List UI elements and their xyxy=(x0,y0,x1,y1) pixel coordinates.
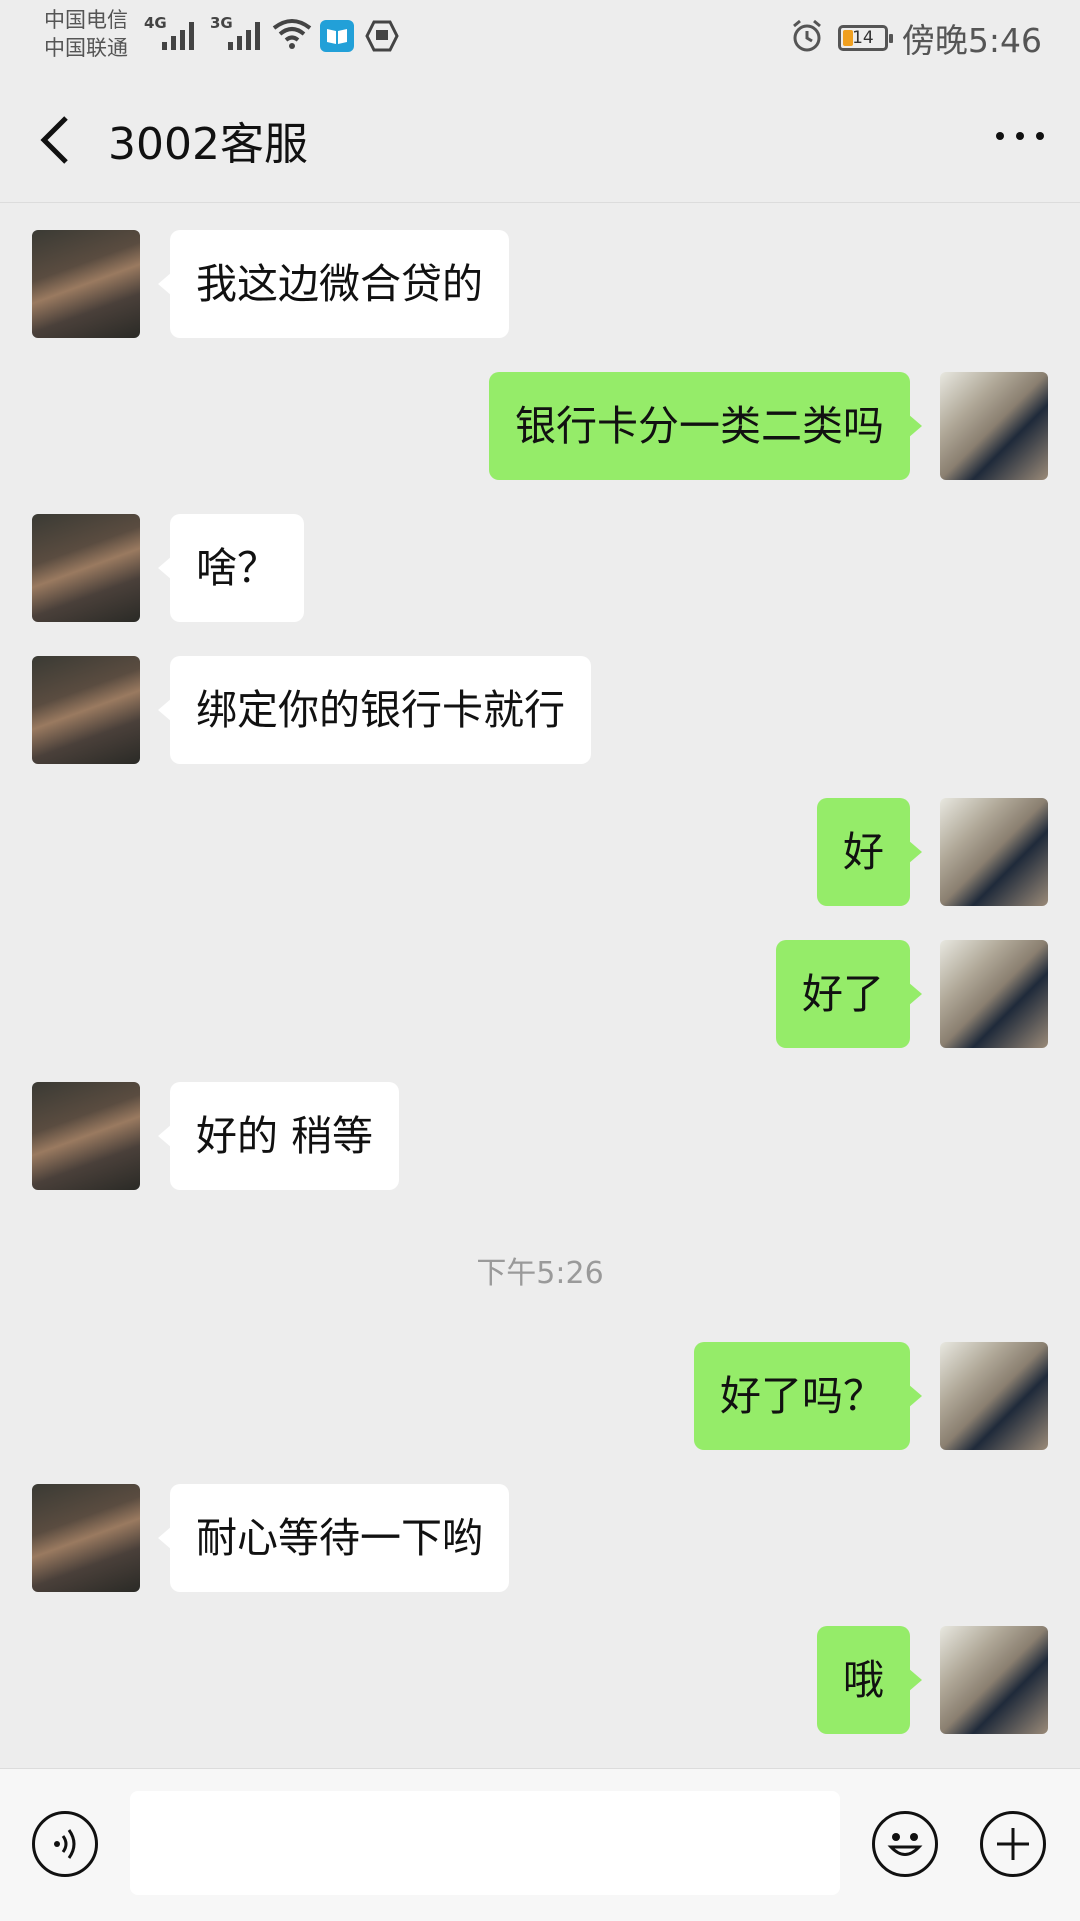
message-bubble[interactable]: 银行卡分一类二类吗 xyxy=(489,372,922,480)
carrier-1: 中国电信 xyxy=(44,8,128,32)
my-avatar[interactable] xyxy=(940,372,1048,480)
signal-3g-icon: 3G xyxy=(210,14,266,52)
message-bubble[interactable]: 好了吗？ xyxy=(694,1342,922,1450)
carrier-2: 中国联通 xyxy=(44,36,128,60)
emoji-icon xyxy=(887,1833,923,1856)
wifi-icon xyxy=(272,18,312,54)
my-avatar[interactable] xyxy=(940,1626,1048,1734)
message-row: 好了吗？ xyxy=(0,1342,1080,1452)
status-bar: 中国电信 中国联通 4G 3G 14 傍晚5:46 xyxy=(0,0,1080,72)
battery-level: 14 xyxy=(852,28,874,48)
message-row: 好的 稍等 xyxy=(0,1082,1080,1192)
message-input[interactable] xyxy=(130,1791,840,1895)
chat-header: 3002客服 xyxy=(0,72,1080,203)
contact-avatar[interactable] xyxy=(32,1484,140,1592)
battery-icon: 14 xyxy=(837,25,893,51)
message-bubble[interactable]: 耐心等待一下哟 xyxy=(158,1484,509,1592)
message-bubble[interactable]: 好了 xyxy=(776,940,922,1048)
page-title: 3002客服 xyxy=(108,119,308,170)
message-bubble[interactable]: 哦 xyxy=(817,1626,922,1734)
voice-icon xyxy=(54,1829,76,1859)
chevron-left-icon xyxy=(40,116,68,164)
message-row: 耐心等待一下哟 xyxy=(0,1484,1080,1594)
input-bar xyxy=(0,1768,1080,1921)
message-row: 啥？ xyxy=(0,514,1080,624)
message-row: 好了 xyxy=(0,940,1080,1050)
message-bubble[interactable]: 啥？ xyxy=(158,514,304,622)
back-button[interactable] xyxy=(36,112,76,168)
shield-hand-icon xyxy=(364,18,400,58)
contact-avatar[interactable] xyxy=(32,656,140,764)
my-avatar[interactable] xyxy=(940,1342,1048,1450)
more-button[interactable] xyxy=(996,132,1044,140)
message-row: 绑定你的银行卡就行 xyxy=(0,656,1080,766)
contact-avatar[interactable] xyxy=(32,1082,140,1190)
carrier-names: 中国电信 中国联通 xyxy=(44,6,128,62)
voice-button[interactable] xyxy=(32,1811,98,1877)
my-avatar[interactable] xyxy=(940,940,1048,1048)
book-app-icon xyxy=(320,20,354,52)
message-bubble[interactable]: 好 xyxy=(817,798,922,906)
more-dots-icon xyxy=(996,132,1004,140)
emoji-button[interactable] xyxy=(872,1811,938,1877)
chat-timestamp: 下午5:26 xyxy=(476,1256,604,1291)
status-time: 傍晚5:46 xyxy=(901,21,1042,60)
message-bubble[interactable]: 好的 稍等 xyxy=(157,1082,400,1190)
message-row: 哦 xyxy=(0,1626,1080,1736)
message-row: 好 xyxy=(0,798,1080,908)
message-row: 我这边微合贷的 xyxy=(0,230,1080,340)
contact-avatar[interactable] xyxy=(32,230,140,338)
message-row: 银行卡分一类二类吗 xyxy=(0,372,1080,482)
message-bubble[interactable]: 绑定你的银行卡就行 xyxy=(158,656,591,764)
plus-button[interactable] xyxy=(980,1811,1046,1877)
contact-avatar[interactable] xyxy=(32,514,140,622)
plus-icon xyxy=(997,1828,1029,1860)
message-bubble[interactable]: 我这边微合贷的 xyxy=(158,230,509,338)
alarm-icon xyxy=(790,19,824,57)
signal-4g-icon: 4G xyxy=(144,14,200,52)
my-avatar[interactable] xyxy=(940,798,1048,906)
